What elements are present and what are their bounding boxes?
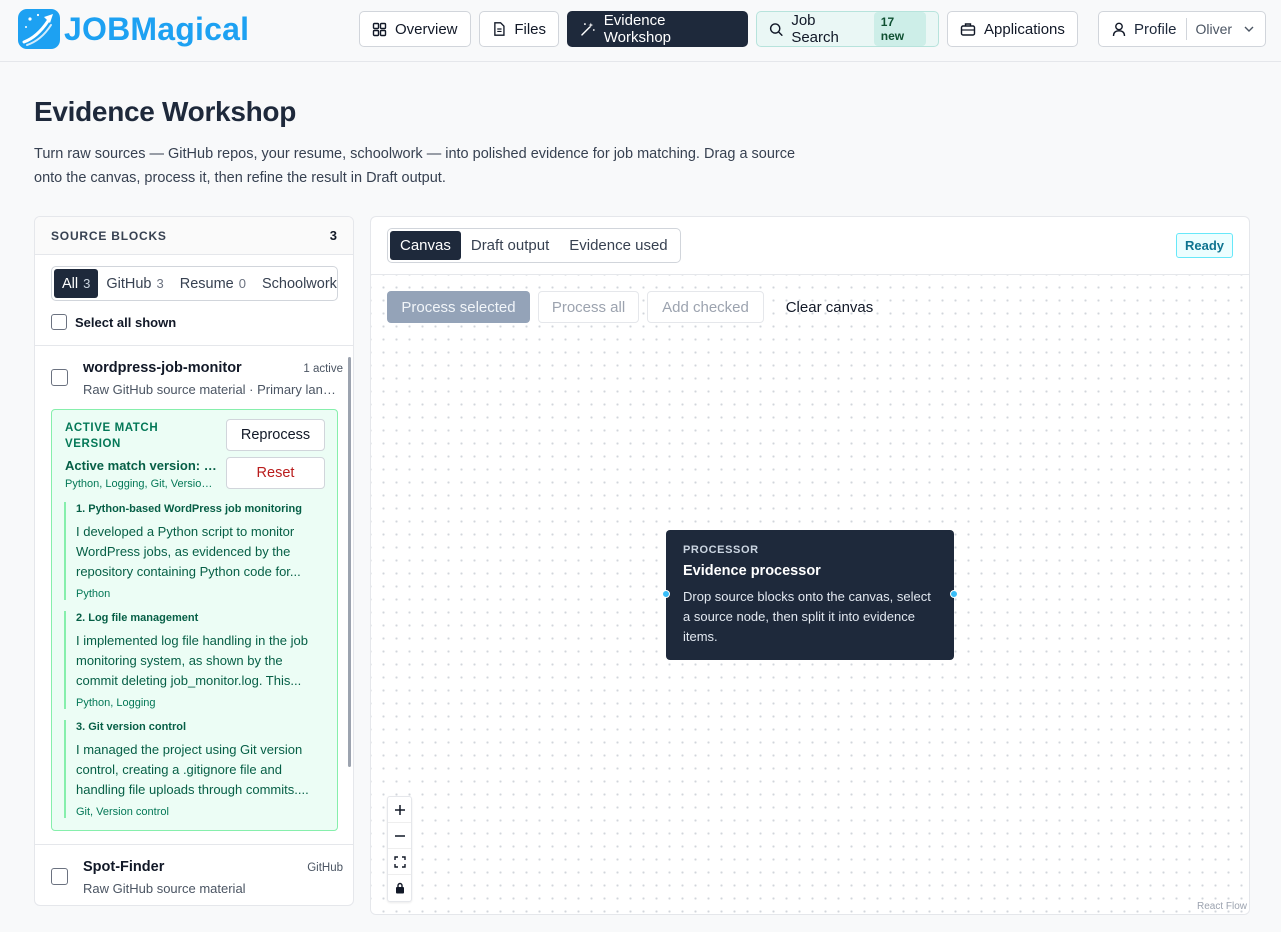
- processor-title: Evidence processor: [683, 563, 821, 579]
- processor-node[interactable]: PROCESSOR Evidence processor Drop source…: [662, 530, 958, 660]
- input-handle[interactable]: [662, 590, 670, 598]
- plus-icon: [394, 804, 405, 815]
- user-name: Oliver: [1195, 21, 1233, 37]
- source-item-tag: GitHub: [307, 862, 343, 874]
- evidence-title: 1. Python-based WordPress job monitoring: [76, 503, 302, 515]
- workspace-tabs: Canvas Draft output Evidence used: [387, 228, 681, 263]
- briefcase-icon: [960, 22, 976, 36]
- fit-view-icon: [393, 855, 406, 868]
- process-selected-button[interactable]: Process selected: [387, 291, 530, 323]
- output-handle[interactable]: [950, 590, 958, 598]
- nav-evidence-workshop[interactable]: Evidence Workshop: [567, 11, 748, 47]
- tab-canvas[interactable]: Canvas: [390, 231, 461, 260]
- profile-button[interactable]: Profile: [1099, 18, 1187, 40]
- workspace-panel: Canvas Draft output Evidence used Ready …: [370, 216, 1250, 915]
- filter-github[interactable]: GitHub 3: [98, 269, 171, 298]
- nav-job-search-label: Job Search: [791, 12, 839, 46]
- filter-schoolwork[interactable]: Schoolwork: [254, 269, 337, 298]
- processor-label: PROCESSOR: [683, 544, 759, 556]
- evidence-title: 2. Log file management: [76, 612, 199, 624]
- evidence-tags: Python: [76, 588, 111, 600]
- evidence-title: 3. Git version control: [76, 721, 187, 733]
- source-item-subtitle: Raw GitHub source material: [83, 881, 246, 896]
- nav-evidence-workshop-label: Evidence Workshop: [603, 12, 672, 46]
- user-select[interactable]: Oliver: [1187, 21, 1255, 37]
- source-item[interactable]: Spot-Finder GitHub Raw GitHub source mat…: [35, 845, 353, 905]
- zoom-in-button[interactable]: [388, 797, 411, 823]
- workspace-header: Canvas Draft output Evidence used Ready: [371, 217, 1249, 275]
- reprocess-button[interactable]: Reprocess: [226, 419, 325, 451]
- nav-files-label: Files: [514, 20, 546, 38]
- nav-job-search[interactable]: Job Search 17 new: [756, 11, 939, 47]
- lock-icon: [395, 882, 404, 894]
- select-all-checkbox[interactable]: [51, 314, 67, 330]
- page-description: Turn raw sources — GitHub repos, your re…: [34, 146, 796, 186]
- evidence-item[interactable]: 1. Python-based WordPress job monitoring…: [64, 502, 326, 600]
- evidence-body: I developed a Python script to monitor W…: [76, 524, 301, 579]
- tab-draft-output[interactable]: Draft output: [461, 231, 559, 260]
- search-icon: [769, 22, 783, 36]
- source-blocks-title: SOURCE BLOCKS: [51, 228, 167, 243]
- process-all-button[interactable]: Process all: [538, 291, 639, 323]
- nav-overview[interactable]: Overview: [359, 11, 471, 47]
- brand-logo[interactable]: JOBMagical: [18, 9, 249, 49]
- active-match-version: ACTIVE MATCH VERSION Active match versio…: [51, 409, 338, 831]
- evidence-body: I managed the project using Git version …: [76, 742, 309, 797]
- clear-canvas-button[interactable]: Clear canvas: [772, 291, 887, 323]
- evidence-item[interactable]: 3. Git version control I managed the pro…: [64, 720, 326, 818]
- evidence-item[interactable]: 2. Log file management I implemented log…: [64, 611, 326, 709]
- filter-all[interactable]: All 3: [54, 269, 99, 298]
- canvas-controls: [387, 796, 412, 902]
- fit-view-button[interactable]: [388, 849, 411, 875]
- reset-button[interactable]: Reset: [226, 457, 325, 489]
- source-item-tag: 1 active: [303, 363, 343, 375]
- grid-icon: [372, 22, 387, 36]
- react-flow-attribution[interactable]: React Flow: [1197, 901, 1247, 912]
- filter-resume[interactable]: Resume 0: [172, 269, 254, 298]
- new-jobs-badge: 17 new: [873, 12, 926, 46]
- source-item-subtitle: Raw GitHub source material · Primary lan…: [83, 382, 341, 397]
- nav-overview-label: Overview: [395, 20, 458, 38]
- rocket-logo-icon: [18, 9, 60, 49]
- source-blocks-panel: SOURCE BLOCKS 3 All 3 GitHub 3 Resume 0 Sch…: [34, 216, 354, 906]
- select-all-label: Select all shown: [75, 314, 177, 330]
- user-icon: [1112, 22, 1126, 36]
- flow-canvas[interactable]: Process selected Process all Add checked…: [371, 275, 1249, 914]
- magic-wand-icon: [581, 22, 595, 36]
- minus-icon: [394, 834, 405, 837]
- source-item-name: wordpress-job-monitor: [83, 360, 242, 376]
- active-match-tags: Python, Logging, Git, Version control: [65, 478, 217, 490]
- file-icon: [494, 22, 505, 36]
- lock-button[interactable]: [388, 875, 411, 901]
- nav-applications-label: Applications: [984, 20, 1065, 38]
- brand-magical: Magical: [130, 11, 250, 47]
- source-item-name: Spot-Finder: [83, 859, 165, 875]
- select-all-shown[interactable]: Select all shown: [51, 314, 176, 330]
- profile-label: Profile: [1134, 20, 1177, 38]
- processor-description: Drop source blocks onto the canvas, sele…: [683, 589, 931, 644]
- evidence-tags: Python, Logging: [76, 697, 156, 709]
- nav-files[interactable]: Files: [479, 11, 559, 47]
- profile-menu[interactable]: Profile Oliver: [1098, 11, 1266, 47]
- brand-job: JOB: [64, 11, 131, 47]
- chevron-down-icon: [1244, 26, 1254, 32]
- source-item-checkbox[interactable]: [51, 369, 68, 386]
- source-blocks-count: 3: [329, 228, 337, 243]
- source-filter-tabs: All 3 GitHub 3 Resume 0 Schoolwork: [51, 266, 338, 301]
- add-checked-button[interactable]: Add checked: [647, 291, 764, 323]
- page-title: Evidence Workshop: [34, 96, 297, 127]
- evidence-tags: Git, Version control: [76, 806, 169, 818]
- evidence-body: I implemented log file handling in the j…: [76, 633, 308, 688]
- tab-evidence-used[interactable]: Evidence used: [559, 231, 677, 260]
- active-match-title: Active match version: wordpress-job-moni…: [65, 458, 217, 473]
- nav-applications[interactable]: Applications: [947, 11, 1078, 47]
- active-match-label: ACTIVE MATCH VERSION: [65, 422, 159, 450]
- source-blocks-header: SOURCE BLOCKS 3: [35, 217, 353, 255]
- top-bar: JOBMagical Overview Files Evidence Works…: [0, 0, 1281, 62]
- status-badge: Ready: [1175, 233, 1233, 258]
- zoom-out-button[interactable]: [388, 823, 411, 849]
- source-item-checkbox[interactable]: [51, 868, 68, 885]
